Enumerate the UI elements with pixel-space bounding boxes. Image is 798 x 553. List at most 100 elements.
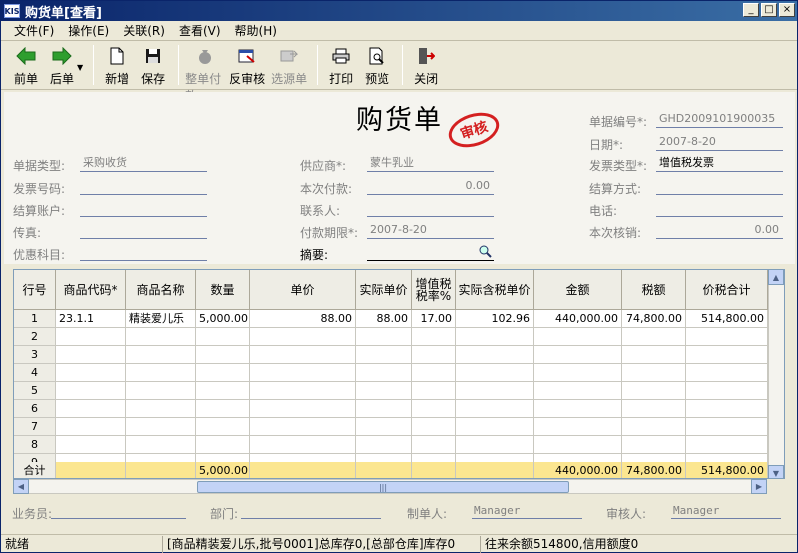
supplier-field[interactable]: 蒙牛乳业	[367, 156, 494, 172]
contact-field[interactable]	[367, 201, 494, 217]
cell-unit-price[interactable]	[250, 400, 356, 418]
phone-field[interactable]	[656, 201, 783, 217]
cell-tax[interactable]	[622, 346, 686, 364]
cell-item-code[interactable]	[56, 382, 126, 400]
cell-amount[interactable]: 440,000.00	[534, 310, 622, 328]
col-header-line-no[interactable]: 行号	[14, 270, 56, 309]
menu-view[interactable]: 查看(V)	[172, 22, 228, 39]
cell-actual-price[interactable]	[356, 436, 412, 454]
cell-unit-price[interactable]	[250, 418, 356, 436]
invoice-no-field[interactable]	[80, 179, 207, 195]
cell-quantity[interactable]	[196, 418, 250, 436]
cell-amount[interactable]	[534, 364, 622, 382]
cell-vat-rate[interactable]	[412, 346, 456, 364]
cell-vat-rate[interactable]	[412, 364, 456, 382]
col-header-quantity[interactable]: 数量	[196, 270, 250, 309]
cell-unit-price[interactable]	[250, 364, 356, 382]
cell-actual-price[interactable]	[356, 346, 412, 364]
menu-file[interactable]: 文件(F)	[7, 22, 61, 39]
cell-quantity[interactable]	[196, 400, 250, 418]
col-header-actual-price[interactable]: 实际单价	[356, 270, 412, 309]
print-button[interactable]: 打印	[324, 45, 358, 87]
cell-tax[interactable]: 74,800.00	[622, 310, 686, 328]
cell-item-code[interactable]	[56, 364, 126, 382]
cell-amount[interactable]	[534, 436, 622, 454]
cell-amount[interactable]	[534, 346, 622, 364]
cell-actual-price[interactable]	[356, 382, 412, 400]
cell-unit-price[interactable]	[250, 328, 356, 346]
cell-tax[interactable]	[622, 364, 686, 382]
cell-actual-price[interactable]	[356, 328, 412, 346]
cell-total[interactable]	[686, 418, 768, 436]
cell-total[interactable]	[686, 400, 768, 418]
table-row[interactable]: 1 23.1.1 精装爱儿乐 5,000.00 88.00 88.00 17.00 102.9…	[14, 310, 768, 328]
table-row[interactable]: 8	[14, 436, 768, 454]
cell-unit-price[interactable]	[250, 436, 356, 454]
cell-item-code[interactable]	[56, 436, 126, 454]
cell-actual-price[interactable]: 88.00	[356, 310, 412, 328]
table-row[interactable]: 6	[14, 400, 768, 418]
memo-field[interactable]	[367, 245, 494, 261]
preview-button[interactable]: 预览	[360, 45, 394, 87]
cell-quantity[interactable]	[196, 382, 250, 400]
cell-tax[interactable]	[622, 436, 686, 454]
search-icon[interactable]	[478, 244, 492, 258]
cell-actual-price[interactable]	[356, 400, 412, 418]
discount-field[interactable]	[80, 245, 207, 261]
col-header-unit-price[interactable]: 单价	[250, 270, 356, 309]
cell-tax-incl-price[interactable]	[456, 346, 534, 364]
cell-item-code[interactable]	[56, 328, 126, 346]
next-doc-button[interactable]: 后单	[45, 45, 79, 87]
cell-tax-incl-price[interactable]	[456, 418, 534, 436]
fax-field[interactable]	[80, 223, 207, 239]
scroll-right-icon[interactable]: ▶	[751, 479, 767, 494]
cell-quantity[interactable]	[196, 328, 250, 346]
cell-item-code[interactable]	[56, 418, 126, 436]
dept-field[interactable]	[241, 503, 381, 519]
scroll-down-icon[interactable]: ▼	[768, 465, 784, 478]
cell-quantity[interactable]	[196, 436, 250, 454]
due-field[interactable]: 2007-8-20	[367, 223, 494, 239]
cell-unit-price[interactable]	[250, 346, 356, 364]
chevron-down-icon[interactable]: ▼	[77, 63, 83, 72]
invoice-type-field[interactable]: 增值税发票	[656, 156, 783, 172]
scroll-left-icon[interactable]: ◀	[13, 479, 29, 494]
close-button[interactable]: ×	[779, 3, 795, 17]
col-header-item-name[interactable]: 商品名称	[126, 270, 196, 309]
cell-unit-price[interactable]	[250, 382, 356, 400]
table-row[interactable]: 3	[14, 346, 768, 364]
table-row[interactable]: 4	[14, 364, 768, 382]
cell-total[interactable]: 514,800.00	[686, 310, 768, 328]
prev-doc-button[interactable]: 前单	[9, 45, 43, 87]
cell-vat-rate[interactable]	[412, 328, 456, 346]
table-row[interactable]: 5	[14, 382, 768, 400]
new-button[interactable]: 新增	[100, 45, 134, 87]
cell-item-name[interactable]	[126, 364, 196, 382]
select-source-button[interactable]: 选源单	[269, 45, 309, 87]
close-doc-button[interactable]: 关闭	[409, 45, 443, 87]
salesman-field[interactable]	[51, 503, 186, 519]
cell-tax-incl-price[interactable]	[456, 364, 534, 382]
cell-item-name[interactable]	[126, 382, 196, 400]
cell-quantity[interactable]	[196, 346, 250, 364]
cell-vat-rate[interactable]: 17.00	[412, 310, 456, 328]
cell-item-code[interactable]	[56, 400, 126, 418]
cell-unit-price[interactable]: 88.00	[250, 310, 356, 328]
menu-relation[interactable]: 关联(R)	[116, 22, 172, 39]
auditor-field[interactable]: Manager	[671, 503, 781, 519]
table-row[interactable]: 7	[14, 418, 768, 436]
cell-tax-incl-price[interactable]	[456, 436, 534, 454]
account-field[interactable]	[80, 201, 207, 217]
pay-now-field[interactable]: 0.00	[367, 179, 494, 195]
cell-vat-rate[interactable]	[412, 418, 456, 436]
menu-help[interactable]: 帮助(H)	[228, 22, 284, 39]
cell-quantity[interactable]	[196, 364, 250, 382]
doc-type-field[interactable]: 采购收货	[80, 156, 207, 172]
col-header-amount[interactable]: 金额	[534, 270, 622, 309]
col-header-vat-rate[interactable]: 增值税税率%	[412, 270, 456, 309]
cell-total[interactable]	[686, 364, 768, 382]
scroll-up-icon[interactable]: ▲	[768, 270, 784, 285]
cell-amount[interactable]	[534, 400, 622, 418]
cell-tax[interactable]	[622, 382, 686, 400]
cell-actual-price[interactable]	[356, 364, 412, 382]
